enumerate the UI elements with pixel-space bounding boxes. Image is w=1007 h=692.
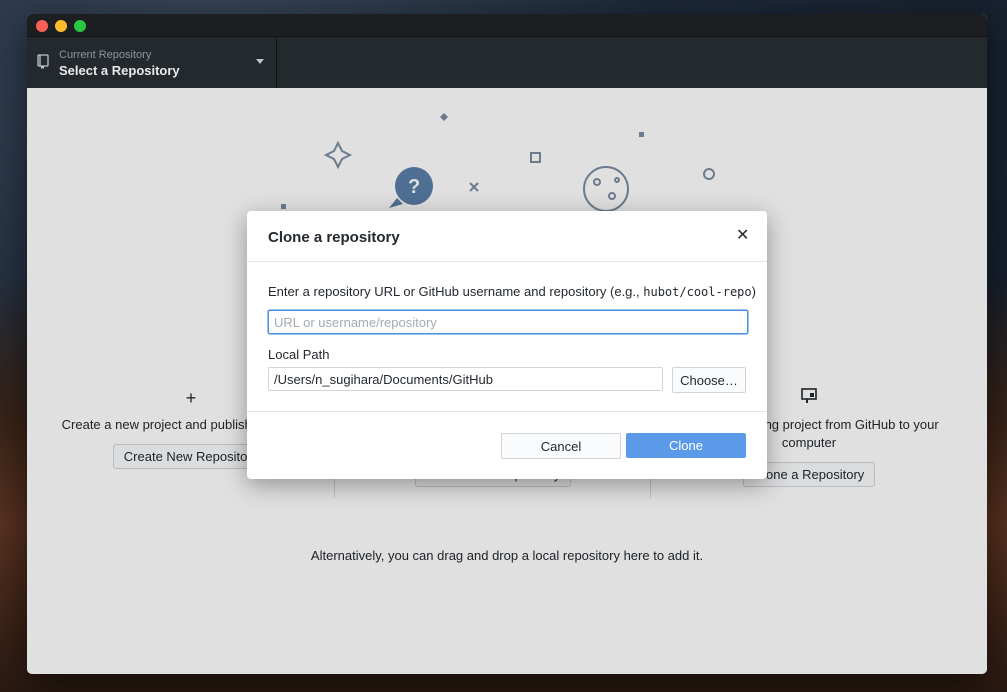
instruction-example: hubot/cool-repo	[643, 285, 752, 299]
clone-repository-dialog: Clone a repository ✕ Enter a repository …	[247, 211, 767, 479]
dialog-title: Clone a repository	[268, 229, 400, 246]
window-minimize-button[interactable]	[55, 20, 67, 32]
cancel-button[interactable]: Cancel	[501, 433, 621, 459]
clone-button[interactable]: Clone	[626, 433, 746, 458]
local-path-input[interactable]	[268, 367, 663, 391]
toolbar: Current Repository Select a Repository	[27, 36, 987, 88]
close-icon[interactable]: ✕	[736, 228, 749, 244]
instruction-text: Enter a repository URL or GitHub usernam…	[268, 284, 644, 299]
repo-icon	[37, 54, 49, 74]
repository-title: Select a Repository	[59, 63, 180, 78]
choose-button[interactable]: Choose…	[672, 367, 746, 393]
dialog-divider	[247, 411, 767, 412]
repository-selector[interactable]: Current Repository Select a Repository	[27, 37, 277, 88]
instruction-suffix: )	[751, 284, 756, 299]
window-close-button[interactable]	[36, 20, 48, 32]
repository-caption: Current Repository	[59, 49, 152, 61]
url-instruction: Enter a repository URL or GitHub usernam…	[268, 284, 756, 299]
dialog-header: Clone a repository ✕	[247, 211, 767, 262]
url-input[interactable]	[268, 310, 748, 334]
window-maximize-button[interactable]	[74, 20, 86, 32]
chevron-down-icon	[256, 59, 264, 64]
titlebar	[27, 14, 987, 36]
local-path-label: Local Path	[268, 347, 330, 362]
